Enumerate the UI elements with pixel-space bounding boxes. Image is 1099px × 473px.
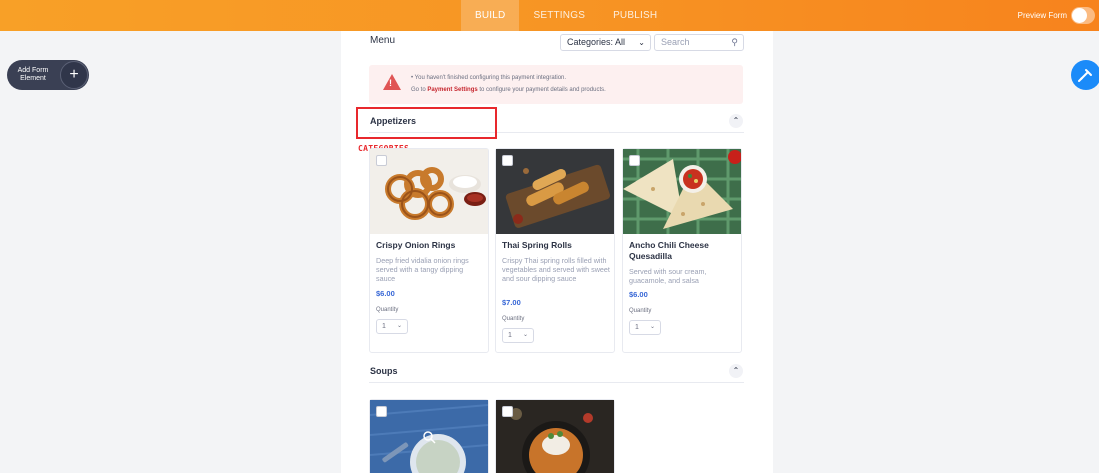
paint-roller-icon (1078, 69, 1092, 82)
product-checkbox[interactable] (376, 406, 387, 417)
tab-publish[interactable]: PUBLISH (599, 0, 671, 31)
category-select[interactable]: Categories: All ⌄ (560, 34, 651, 51)
plus-icon: + (60, 61, 88, 89)
product-checkbox[interactable] (502, 155, 513, 166)
product-card[interactable]: Ancho Chili Cheese Quesadilla Served wit… (622, 148, 742, 353)
search-input[interactable]: Search ⚲ (654, 34, 744, 51)
search-icon: ⚲ (731, 37, 738, 47)
payment-settings-link[interactable]: Payment Settings (427, 87, 477, 93)
quantity-select[interactable]: 1 ⌄ (629, 320, 661, 335)
product-card[interactable]: Thai Spring Rolls Crispy Thai spring rol… (495, 148, 615, 353)
product-image (623, 149, 741, 234)
chevron-down-icon: ⌄ (649, 324, 655, 330)
zoom-icon[interactable] (422, 430, 436, 444)
search-placeholder: Search (661, 37, 690, 47)
warning-icon (383, 74, 401, 90)
form-canvas: Menu Categories: All ⌄ Search ⚲ ! • You … (341, 31, 773, 473)
quantity-select[interactable]: 1 ⌄ (376, 319, 408, 334)
chevron-down-icon: ⌄ (396, 323, 402, 329)
product-image (496, 400, 614, 473)
categories-highlight-box (356, 107, 497, 139)
form-designer-button[interactable] (1071, 60, 1099, 90)
product-price: $7.00 (502, 298, 521, 307)
quantity-label: Quantity (629, 308, 652, 314)
chevron-down-icon: ⌄ (638, 38, 645, 47)
preview-form-label: Preview Form (1017, 11, 1067, 20)
product-card[interactable]: Crispy Onion Rings Deep fried vidalia on… (369, 148, 489, 353)
alert-text-prefix: Go to (411, 87, 428, 93)
product-checkbox[interactable] (376, 155, 387, 166)
warning-exclamation: ! (389, 78, 392, 88)
alert-line-2: Go to Payment Settings to configure your… (411, 87, 606, 93)
add-form-element-label: Add Form Element (17, 67, 49, 82)
product-card[interactable] (495, 399, 615, 473)
product-price: $6.00 (629, 290, 648, 299)
product-checkbox[interactable] (502, 406, 513, 417)
section-title: Soups (370, 366, 398, 376)
product-checkbox[interactable] (629, 155, 640, 166)
top-bar: BUILD SETTINGS PUBLISH Preview Form (0, 0, 1099, 31)
product-name: Ancho Chili Cheese Quesadilla (629, 240, 709, 261)
product-description: Deep fried vidalia onion rings served wi… (376, 256, 469, 283)
quantity-value: 1 (508, 332, 512, 339)
product-description: Served with sour cream, guacamole, and s… (629, 267, 707, 285)
tab-build[interactable]: BUILD (461, 0, 520, 31)
product-image (370, 149, 488, 234)
alert-text-1: You haven't finished configuring this pa… (414, 75, 567, 81)
tab-settings[interactable]: SETTINGS (519, 0, 599, 31)
quantity-value: 1 (635, 324, 639, 331)
product-image (370, 400, 488, 473)
quantity-value: 1 (382, 323, 386, 330)
quantity-label: Quantity (502, 316, 525, 322)
alert-line-1: • You haven't finished configuring this … (411, 75, 567, 81)
toggle-knob (1072, 8, 1087, 23)
quantity-select[interactable]: 1 ⌄ (502, 328, 534, 343)
chevron-down-icon: ⌄ (522, 332, 528, 338)
product-name: Thai Spring Rolls (502, 240, 572, 250)
preview-form-control: Preview Form (1018, 7, 1095, 24)
payment-alert: ! • You haven't finished configuring thi… (369, 65, 743, 104)
preview-form-toggle[interactable] (1071, 7, 1095, 24)
product-card[interactable] (369, 399, 489, 473)
alert-text-suffix: to configure your payment details and pr… (477, 87, 606, 93)
chevron-up-icon[interactable]: ⌃ (729, 364, 743, 378)
add-form-element-button[interactable]: Add Form Element + (7, 60, 89, 90)
section-header-soups[interactable]: Soups ⌃ (369, 361, 744, 383)
menu-title: Menu (370, 35, 396, 46)
category-select-value: Categories: All (567, 37, 626, 47)
product-description: Crispy Thai spring rolls filled with veg… (502, 256, 610, 283)
builder-nav: BUILD SETTINGS PUBLISH (461, 0, 671, 31)
product-image (496, 149, 614, 234)
chevron-up-icon[interactable]: ⌃ (729, 114, 743, 128)
quantity-label: Quantity (376, 307, 399, 313)
product-price: $6.00 (376, 289, 395, 298)
product-name: Crispy Onion Rings (376, 240, 456, 250)
